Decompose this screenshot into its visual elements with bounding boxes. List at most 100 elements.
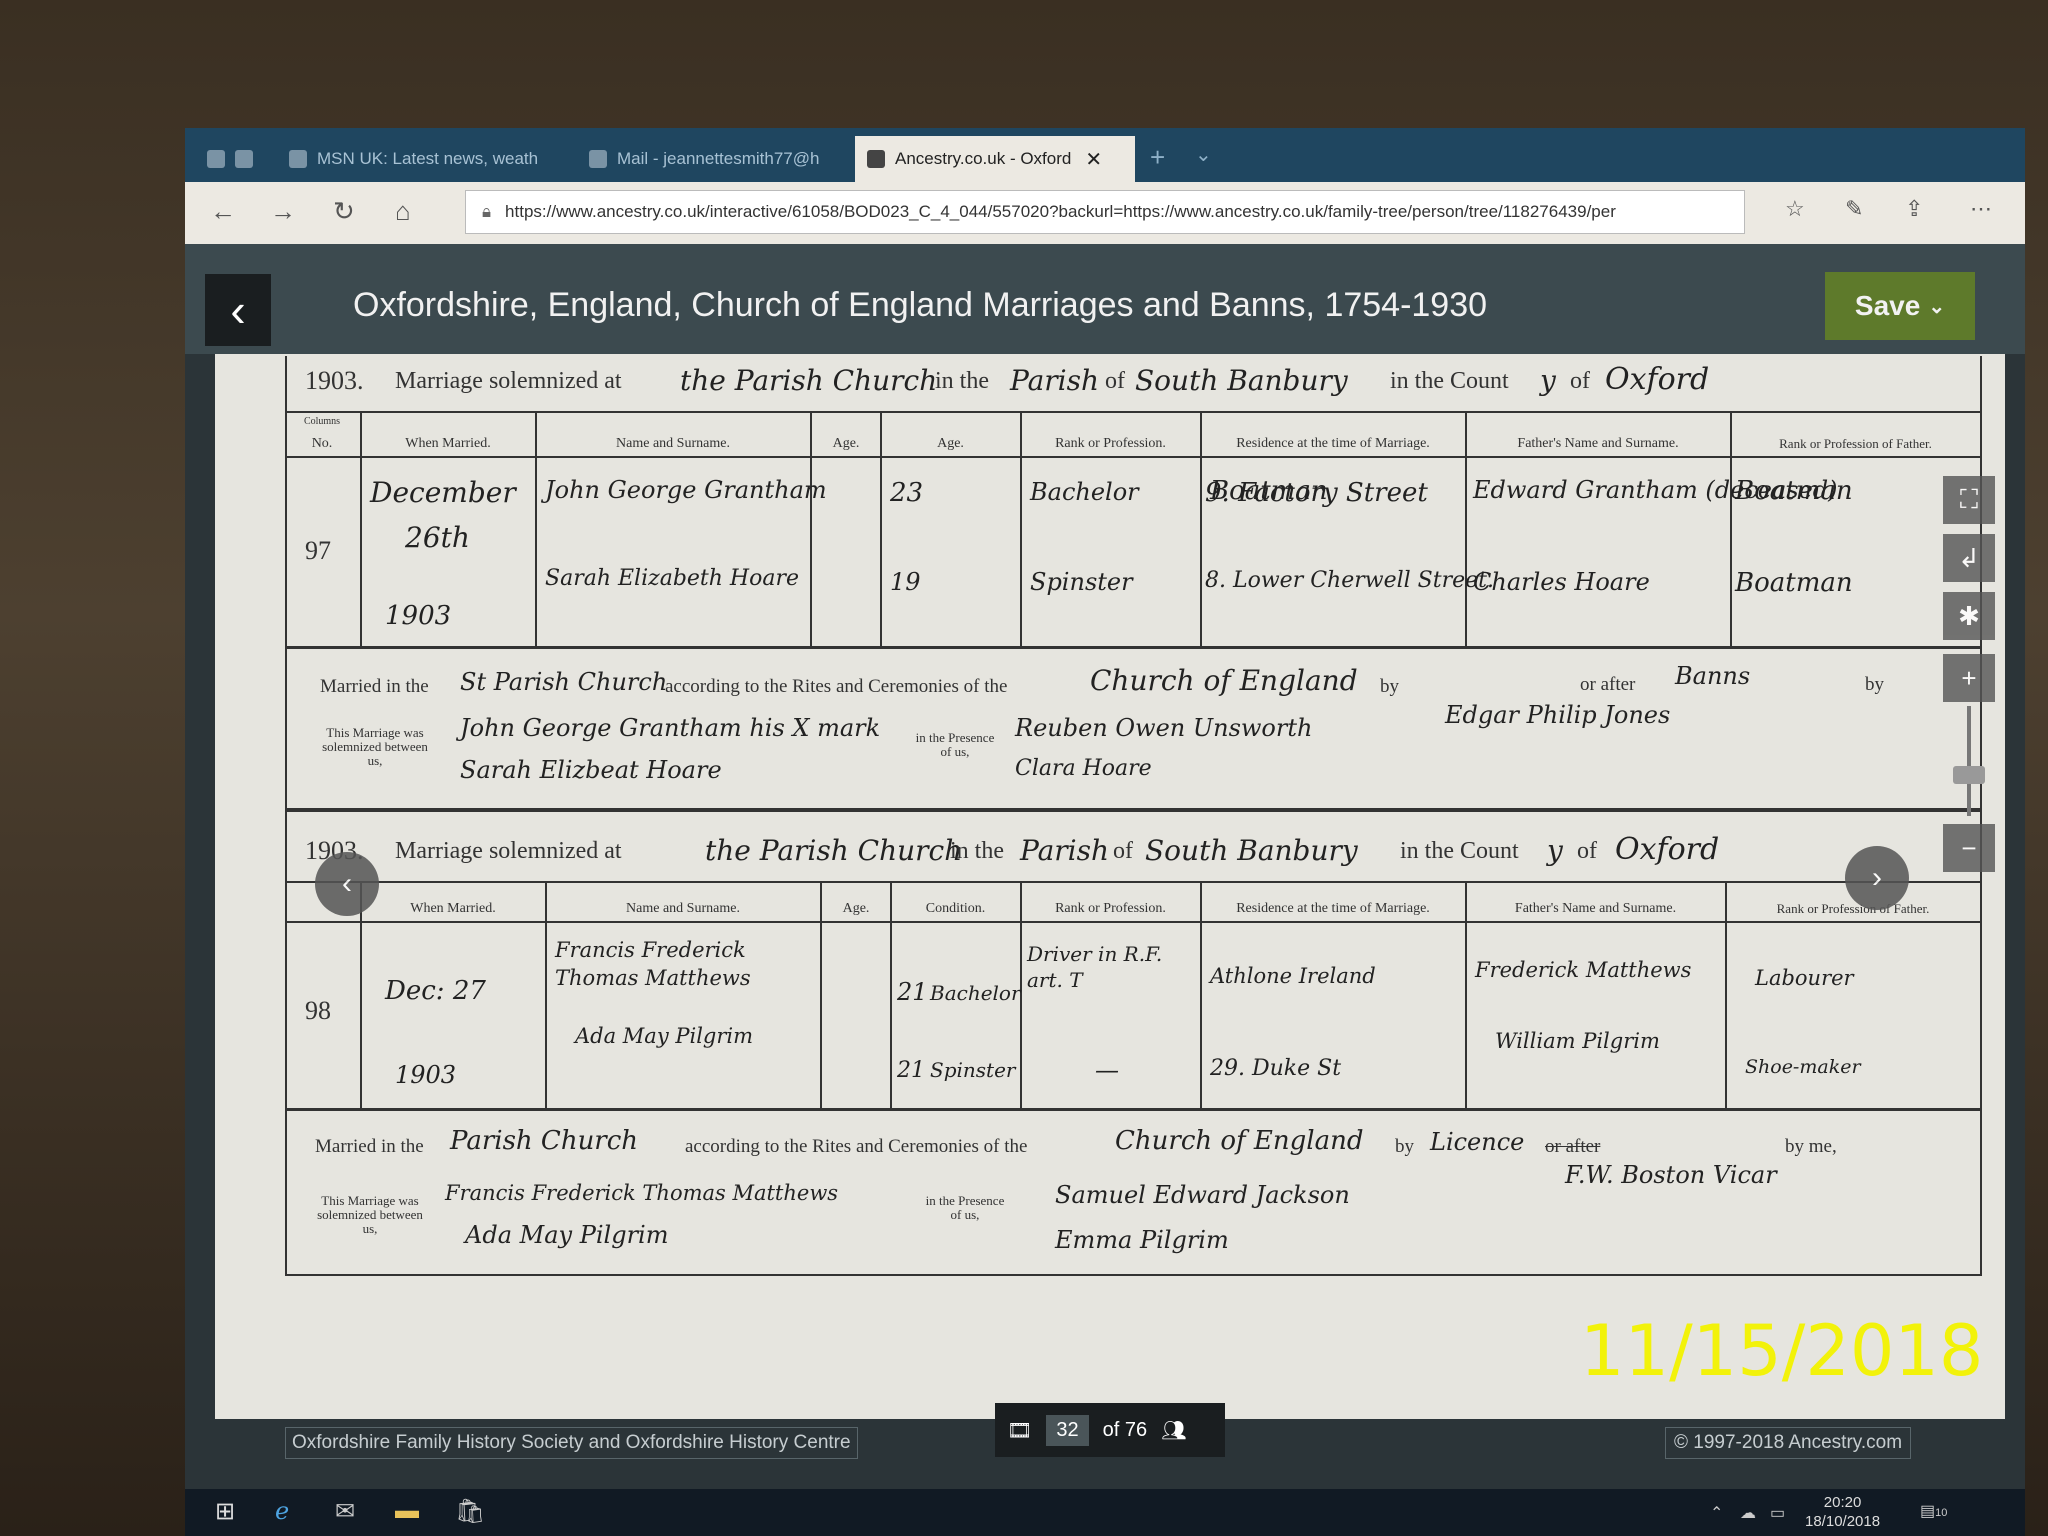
entry-number: 97	[305, 536, 331, 565]
bride-rank: —	[1095, 1056, 1119, 1084]
page-navigator: 🎞︎ 32 of 76 👥︎	[995, 1403, 1225, 1457]
entry-place: the Parish Church	[705, 834, 963, 867]
notifications-icon[interactable]: ▤10	[1920, 1501, 1947, 1521]
tab-list-chevron-icon[interactable]: ⌄	[1195, 142, 1212, 167]
row-line	[285, 921, 1982, 923]
filmstrip-icon[interactable]: 🎞︎	[1007, 1418, 1032, 1443]
pen-notes-icon[interactable]: ✎	[1845, 196, 1863, 222]
row-line	[285, 1108, 1982, 1111]
exit-viewer-icon[interactable]: ↲	[1943, 534, 1995, 582]
col-header-age: Age.	[842, 901, 870, 916]
new-tab-icon[interactable]: +	[1150, 142, 1165, 173]
windows-start-icon[interactable]: ⊞	[215, 1497, 235, 1526]
tab-label: Mail - jeannettesmith77@h	[617, 149, 820, 168]
entry-parish-word: Parish	[1010, 364, 1100, 397]
network-icon[interactable]: ▭	[1770, 1503, 1785, 1523]
entry-year: 1903.	[305, 366, 364, 395]
entry-county: Oxford	[1605, 362, 1710, 397]
or-after-label: or after	[1545, 1136, 1601, 1157]
bride-condition: Spinster	[1030, 568, 1133, 596]
zoom-in-icon[interactable]: +	[1943, 654, 1995, 702]
col-line	[820, 881, 822, 1108]
page-total: of 76	[1102, 1418, 1148, 1441]
index-panel-icon[interactable]: 👥︎	[1161, 1418, 1186, 1443]
col-line	[1730, 411, 1732, 646]
entry-of: of	[1105, 368, 1125, 394]
or-after-label: or after	[1580, 674, 1636, 695]
witness-1: Samuel Edward Jackson	[1055, 1181, 1350, 1209]
bride-father: William Pilgrim	[1495, 1029, 1660, 1053]
zoom-slider-handle[interactable]	[1953, 766, 1985, 784]
bride-condition: Spinster	[930, 1058, 1016, 1082]
entry-county-prefix: in the Count	[1400, 838, 1519, 864]
bride-father-rank: Shoe-maker	[1745, 1056, 1861, 1078]
entry-place: the Parish Church	[680, 364, 938, 397]
groom-age: 21	[897, 978, 928, 1006]
by-label: by	[1395, 1136, 1414, 1157]
tools-icon[interactable]: ✱	[1943, 592, 1995, 640]
groom-name: Francis Frederick Thomas Matthews	[555, 938, 751, 990]
tab-ancestry[interactable]: Ancestry.co.uk - Oxford ✕	[855, 136, 1135, 182]
tab-pinned[interactable]	[195, 136, 275, 182]
col-header-father: Father's Name and Surname.	[1514, 901, 1677, 916]
page-number-input[interactable]: 32	[1046, 1414, 1089, 1446]
favorites-icon[interactable]: ☆	[1785, 196, 1805, 222]
col-header-residence: Residence at the time of Marriage.	[1236, 901, 1430, 916]
col-header-residence: Residence at the time of Marriage.	[1236, 436, 1430, 451]
bride-name: Ada May Pilgrim	[575, 1024, 754, 1048]
rites-label: according to the Rites and Ceremonies of…	[665, 676, 1008, 697]
browser-nav-bar: ← → ↻ ⌂ 🔒︎ https://www.ancestry.co.uk/in…	[185, 182, 2025, 244]
col-line	[545, 881, 547, 1108]
col-header-no: No.	[311, 436, 333, 451]
tab-mail[interactable]: Mail - jeannettesmith77@h	[577, 136, 852, 182]
back-arrow-icon[interactable]: ←	[210, 196, 236, 227]
mail-icon[interactable]: ✉	[335, 1497, 355, 1526]
entry-separator	[285, 808, 1982, 812]
next-image-button[interactable]: ›	[1845, 846, 1909, 910]
chevron-left-icon: ‹	[230, 284, 246, 336]
share-icon[interactable]: ⇪	[1905, 196, 1923, 222]
more-options-icon[interactable]: ⋯	[1970, 196, 1992, 222]
tray-chevron-icon[interactable]: ⌃	[1710, 1503, 1723, 1523]
edge-browser-icon[interactable]: ℯ	[275, 1497, 289, 1526]
previous-image-button[interactable]: ‹	[315, 852, 379, 916]
presence-label: in the Presence of us,	[925, 1193, 1005, 1222]
bride-name: Sarah Elizabeth Hoare	[545, 566, 800, 591]
witness-2: Clara Hoare	[1015, 756, 1152, 781]
church-name: St Parish Church	[460, 668, 668, 696]
file-explorer-icon[interactable]: ▬	[395, 1497, 419, 1525]
tab-msn[interactable]: MSN UK: Latest news, weath	[277, 136, 577, 182]
browser-tab-bar: MSN UK: Latest news, weath Mail - jeanne…	[185, 128, 2025, 182]
zoom-out-icon[interactable]: −	[1943, 824, 1995, 872]
address-bar[interactable]: 🔒︎ https://www.ancestry.co.uk/interactiv…	[465, 190, 1745, 234]
back-button[interactable]: ‹	[205, 274, 271, 346]
licence-text: Licence	[1430, 1128, 1525, 1156]
cloud-icon[interactable]: ☁	[1740, 1503, 1756, 1523]
col-line	[360, 881, 362, 1108]
zoom-slider-track[interactable]	[1967, 706, 1971, 816]
tab-label: MSN UK: Latest news, weath	[317, 149, 539, 168]
home-icon[interactable]: ⌂	[395, 196, 411, 227]
forward-arrow-icon[interactable]: →	[270, 196, 296, 227]
refresh-icon[interactable]: ↻	[333, 196, 355, 227]
entry-county-of: of	[1577, 838, 1597, 864]
married-in-label: Married in the	[320, 676, 429, 697]
store-icon[interactable]: 🛍︎	[455, 1497, 485, 1526]
clock-date: 18/10/2018	[1805, 1513, 1881, 1530]
document-viewer[interactable]: 1903. Marriage solemnized at the Parish …	[215, 354, 2005, 1419]
col-header-rank: Rank or Profession.	[1055, 436, 1166, 451]
fullscreen-icon[interactable]: ⛶	[1943, 476, 1995, 524]
entry-county-y: y	[1547, 834, 1563, 867]
bride-age: 19	[890, 568, 921, 596]
system-clock[interactable]: 20:20 18/10/2018	[1805, 1493, 1880, 1531]
entry-of: of	[1113, 838, 1133, 864]
windows-taskbar: ⊞ ℯ ✉ ▬ 🛍︎ ⌃ ☁ ▭ 20:20 18/10/2018 ▤10	[185, 1489, 2025, 1536]
save-button[interactable]: Save ⌄	[1825, 272, 1975, 340]
col-header-name: Name and Surname.	[616, 436, 730, 451]
frame-line	[285, 1274, 1982, 1276]
photo-datestamp: 11/15/2018	[1580, 1310, 1984, 1392]
presence-label: in the Presence of us,	[915, 730, 995, 759]
close-tab-icon[interactable]: ✕	[1085, 147, 1102, 172]
groom-condition: Bachelor	[1030, 478, 1139, 506]
date-line-2: 26th	[405, 521, 470, 554]
